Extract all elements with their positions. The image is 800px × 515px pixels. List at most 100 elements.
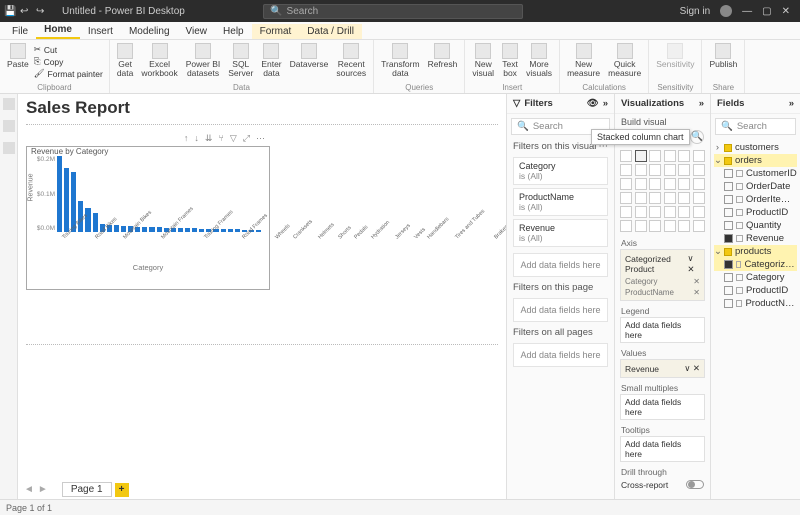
sensitivity-button[interactable]: Sensitivity: [653, 42, 697, 70]
viz-type[interactable]: [635, 178, 647, 190]
field-row[interactable]: CustomerID: [714, 167, 797, 180]
viz-type[interactable]: [649, 164, 661, 176]
viz-type[interactable]: [635, 192, 647, 204]
field-row[interactable]: Category: [714, 271, 797, 284]
user-avatar[interactable]: [720, 5, 732, 17]
viz-type[interactable]: [678, 164, 690, 176]
viz-type[interactable]: [664, 206, 676, 218]
ribbon-btn[interactable]: Morevisuals: [523, 42, 555, 79]
minimize-button[interactable]: —: [742, 6, 752, 17]
viz-type[interactable]: [620, 206, 632, 218]
ribbon-btn[interactable]: Dataverse: [287, 42, 332, 79]
filter-card[interactable]: ProductNameis (All): [513, 188, 608, 216]
ribbon-btn[interactable]: Transformdata: [378, 42, 422, 79]
viz-type[interactable]: [649, 178, 661, 190]
viz-type[interactable]: [620, 178, 632, 190]
axis-well[interactable]: Categorized Product∨ ✕ Category✕ Product…: [620, 249, 705, 301]
ribbon-btn[interactable]: SQLServer: [225, 42, 256, 79]
field-row[interactable]: Revenue: [714, 232, 797, 245]
field-row[interactable]: ProductName: [714, 297, 797, 310]
paste-button[interactable]: Paste: [4, 42, 32, 81]
viz-type[interactable]: [693, 192, 705, 204]
collapse-icon[interactable]: »: [699, 98, 704, 109]
small-multiples-well[interactable]: Add data fields here: [620, 394, 705, 420]
viz-type[interactable]: [693, 164, 705, 176]
analytics-icon[interactable]: 🔍: [690, 130, 704, 144]
legend-well[interactable]: Add data fields here: [620, 317, 705, 343]
viz-type[interactable]: [678, 206, 690, 218]
filter-card[interactable]: Revenueis (All): [513, 219, 608, 247]
viz-type[interactable]: [664, 220, 676, 232]
global-search[interactable]: 🔍 Search: [263, 4, 523, 19]
tab-modeling[interactable]: Modeling: [121, 24, 178, 39]
tooltips-well[interactable]: Add data fields here: [620, 436, 705, 462]
values-well[interactable]: Revenue∨ ✕: [620, 359, 705, 378]
filter-drop-page[interactable]: Add data fields here: [513, 298, 608, 322]
ribbon-btn[interactable]: Enterdata: [258, 42, 284, 79]
tab-format[interactable]: Format: [252, 24, 300, 39]
table-customers[interactable]: ›customers: [714, 141, 797, 154]
signin-link[interactable]: Sign in: [680, 6, 711, 17]
format-painter-button[interactable]: 🖌 Format painter: [34, 68, 103, 79]
bar[interactable]: [64, 168, 69, 232]
tab-data-drill[interactable]: Data / Drill: [299, 24, 362, 39]
filter-drop-all[interactable]: Add data fields here: [513, 343, 608, 367]
viz-type[interactable]: [693, 206, 705, 218]
viz-type[interactable]: [693, 150, 705, 162]
cross-report-toggle[interactable]: [686, 480, 704, 489]
viz-type[interactable]: [620, 164, 632, 176]
ribbon-btn[interactable]: Getdata: [114, 42, 137, 79]
field-row[interactable]: Quantity: [714, 219, 797, 232]
tab-help[interactable]: Help: [215, 24, 252, 39]
redo-icon[interactable]: ↪: [36, 6, 46, 16]
field-row[interactable]: ProductID: [714, 284, 797, 297]
viz-type[interactable]: [649, 192, 661, 204]
drill-up-icon[interactable]: ↑: [184, 133, 189, 143]
viz-type[interactable]: [678, 220, 690, 232]
viz-type[interactable]: [678, 150, 690, 162]
viz-type[interactable]: [620, 192, 632, 204]
viz-type[interactable]: [635, 220, 647, 232]
next-page-icon[interactable]: ►: [38, 484, 48, 495]
model-view-icon[interactable]: [3, 142, 15, 154]
ribbon-btn[interactable]: Newvisual: [469, 42, 497, 79]
cut-button[interactable]: ✂ Cut: [34, 44, 103, 55]
fork-icon[interactable]: ⑂: [218, 133, 223, 143]
tab-insert[interactable]: Insert: [80, 24, 121, 39]
drill-down-icon[interactable]: ↓: [194, 133, 199, 143]
viz-type[interactable]: [635, 164, 647, 176]
ribbon-btn[interactable]: Textbox: [499, 42, 521, 79]
tab-view[interactable]: View: [178, 24, 216, 39]
viz-type[interactable]: [664, 192, 676, 204]
ribbon-btn[interactable]: Newmeasure: [564, 42, 603, 79]
page-tab-1[interactable]: Page 1: [62, 482, 112, 497]
focus-icon[interactable]: ⤢: [243, 133, 250, 144]
prev-page-icon[interactable]: ◄: [24, 484, 34, 495]
ribbon-btn[interactable]: Recentsources: [333, 42, 369, 79]
viz-type[interactable]: [678, 192, 690, 204]
table-products[interactable]: ⌄products: [714, 245, 797, 258]
maximize-button[interactable]: ▢: [762, 6, 771, 17]
ribbon-btn[interactable]: Excelworkbook: [138, 42, 180, 79]
copy-button[interactable]: ⎘ Copy: [34, 56, 103, 67]
close-button[interactable]: ✕: [782, 6, 790, 17]
viz-type[interactable]: [664, 178, 676, 190]
data-view-icon[interactable]: [3, 120, 15, 132]
tab-home[interactable]: Home: [36, 22, 80, 39]
field-row[interactable]: ProductID: [714, 206, 797, 219]
more-icon[interactable]: ⋯: [256, 133, 265, 144]
report-canvas[interactable]: Sales Report ↑ ↓ ⇊ ⑂ ▽ ⤢ ⋯ Revenue by Ca…: [18, 94, 506, 499]
viz-type[interactable]: [649, 220, 661, 232]
viz-type[interactable]: [649, 150, 661, 162]
undo-icon[interactable]: ↩: [20, 6, 30, 16]
bar[interactable]: [57, 156, 62, 232]
ribbon-btn[interactable]: Power BIdatasets: [183, 42, 224, 79]
ribbon-btn[interactable]: Quickmeasure: [605, 42, 644, 79]
field-row[interactable]: OrderDate: [714, 180, 797, 193]
filter-card[interactable]: Categoryis (All): [513, 157, 608, 185]
field-row[interactable]: Categorized Pro...: [714, 258, 797, 271]
report-view-icon[interactable]: [3, 98, 15, 110]
view-icon[interactable]: 👁: [587, 98, 599, 109]
viz-type[interactable]: [620, 220, 632, 232]
viz-type[interactable]: [693, 220, 705, 232]
